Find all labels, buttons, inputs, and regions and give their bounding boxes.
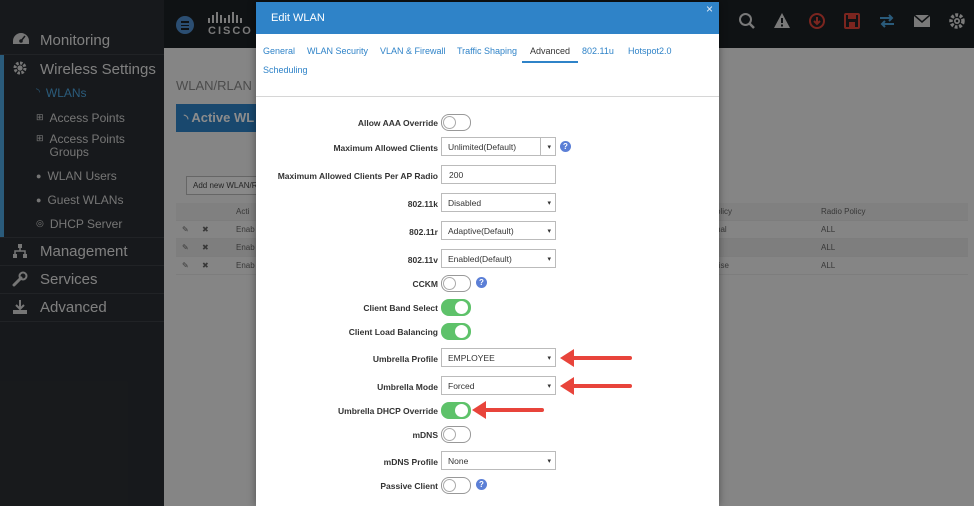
edit-wlan-modal: Edit WLAN × General WLAN Security VLAN &…	[256, 2, 719, 506]
mdns-toggle[interactable]	[441, 426, 471, 443]
tab-wlan-security[interactable]: WLAN Security	[307, 46, 368, 56]
annotation-arrow	[472, 401, 546, 419]
allow-aaa-override-toggle[interactable]	[441, 114, 471, 131]
chevron-down-icon: ▾	[547, 144, 551, 151]
80211v-select[interactable]: Enabled(Default) ▾	[441, 249, 556, 268]
row-80211r: 802.11r Adaptive(Default) ▾	[256, 221, 719, 243]
row-cckm: CCKM ?	[256, 273, 719, 295]
tab-80211u[interactable]: 802.11u	[582, 46, 614, 56]
80211r-select[interactable]: Adaptive(Default) ▾	[441, 221, 556, 240]
help-icon[interactable]: ?	[476, 479, 487, 490]
umbrella-mode-select[interactable]: Forced ▾	[441, 376, 556, 395]
chevron-down-icon: ▾	[547, 458, 551, 465]
row-umbrella-dhcp-override: Umbrella DHCP Override	[256, 400, 719, 422]
tab-vlan-firewall[interactable]: VLAN & Firewall	[380, 46, 446, 56]
mdns-profile-select[interactable]: None ▾	[441, 451, 556, 470]
modal-tabs: General WLAN Security VLAN & Firewall Tr…	[256, 34, 719, 97]
passive-client-toggle[interactable]	[441, 477, 471, 494]
modal-header: Edit WLAN ×	[256, 2, 719, 34]
cckm-toggle[interactable]	[441, 275, 471, 292]
annotation-arrow	[560, 377, 634, 395]
row-max-clients-ap: Maximum Allowed Clients Per AP Radio 200	[256, 165, 719, 187]
chevron-down-icon: ▾	[547, 383, 551, 390]
chevron-down-icon: ▾	[547, 355, 551, 362]
annotation-arrow	[560, 349, 634, 367]
close-icon[interactable]: ×	[706, 2, 713, 25]
row-max-clients: Maximum Allowed Clients Unlimited(Defaul…	[256, 137, 719, 159]
tab-general[interactable]: General	[263, 46, 295, 56]
chevron-down-icon: ▾	[547, 200, 551, 207]
chevron-down-icon: ▾	[547, 256, 551, 263]
80211k-select[interactable]: Disabled ▾	[441, 193, 556, 212]
help-icon[interactable]: ?	[476, 277, 487, 288]
max-clients-ap-input[interactable]: 200	[441, 165, 556, 184]
row-80211k: 802.11k Disabled ▾	[256, 193, 719, 215]
modal-title: Edit WLAN	[271, 12, 325, 24]
row-80211v: 802.11v Enabled(Default) ▾	[256, 249, 719, 271]
umbrella-profile-select[interactable]: EMPLOYEE ▾	[441, 348, 556, 367]
help-icon[interactable]: ?	[560, 141, 571, 152]
tab-hotspot20[interactable]: Hotspot2.0	[628, 46, 672, 56]
tab-traffic-shaping[interactable]: Traffic Shaping	[457, 46, 517, 56]
row-mdns: mDNS	[256, 424, 719, 446]
row-client-load-balancing: Client Load Balancing	[256, 321, 719, 343]
tab-scheduling[interactable]: Scheduling	[263, 65, 308, 75]
row-mdns-profile: mDNS Profile None ▾	[256, 451, 719, 473]
umbrella-dhcp-override-toggle[interactable]	[441, 402, 471, 419]
row-passive-client: Passive Client ?	[256, 475, 719, 497]
row-umbrella-profile: Umbrella Profile EMPLOYEE ▾	[256, 348, 719, 370]
client-load-balancing-toggle[interactable]	[441, 323, 471, 340]
row-client-band-select: Client Band Select	[256, 297, 719, 319]
row-umbrella-mode: Umbrella Mode Forced ▾	[256, 376, 719, 398]
chevron-down-icon: ▾	[547, 228, 551, 235]
row-allow-aaa-override: Allow AAA Override	[256, 112, 719, 134]
tab-advanced[interactable]: Advanced	[522, 46, 579, 63]
max-clients-select[interactable]: Unlimited(Default) ▾	[441, 137, 556, 156]
client-band-select-toggle[interactable]	[441, 299, 471, 316]
